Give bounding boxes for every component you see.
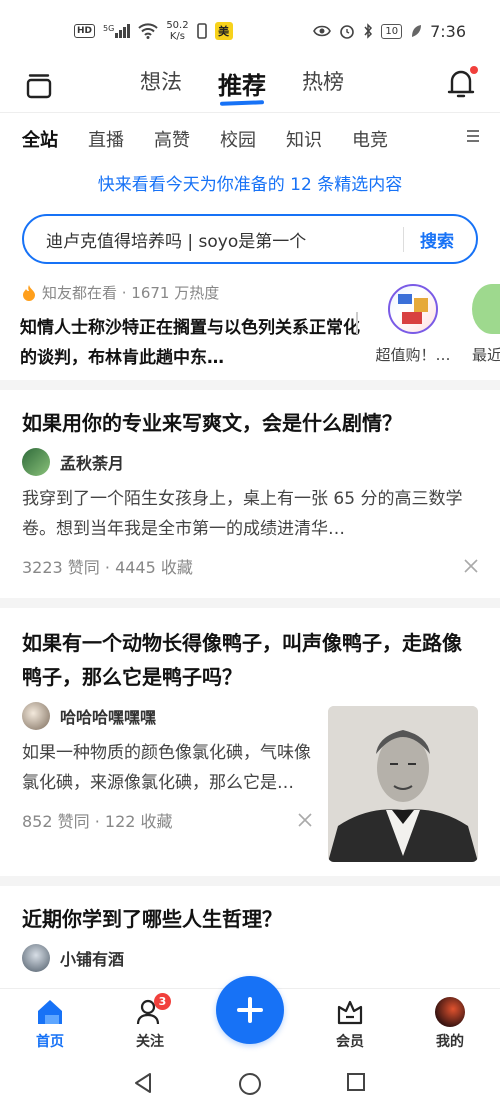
search-input[interactable]: 迪卢克值得培养吗 | soyo是第一个 [46, 227, 306, 252]
flame-icon [23, 284, 35, 301]
question-title[interactable]: 如果有一个动物长得像鸭子，叫声像鸭子，走路像鸭子，那么它是鸭子吗？ [22, 626, 478, 694]
hot-meta: 知友都在看 · 1671 万热度 [42, 284, 220, 302]
hot-side-item[interactable]: 超值购！… [370, 284, 456, 365]
question-title[interactable]: 近期你学到了哪些人生哲理？ [22, 902, 478, 936]
author-name[interactable]: 小铺有酒 [60, 946, 124, 970]
battery-icon: 10 [381, 23, 403, 39]
answer-image[interactable] [328, 706, 478, 862]
wifi-icon [138, 23, 159, 39]
author-name[interactable]: 孟秋荼月 [60, 450, 124, 474]
hot-title[interactable]: 知情人士称沙特正在搁置与以色列关系正常化的谈判，布林肯此趟中东… [20, 313, 360, 373]
eye-icon [313, 25, 332, 37]
top-tabs: 想法 推荐 热榜 [140, 66, 344, 101]
notification-button[interactable] [446, 66, 478, 100]
nav-me-label: 我的 [436, 1034, 464, 1050]
notification-dot [470, 66, 478, 74]
follow-icon: 3 [135, 993, 171, 1027]
meituan-icon: 美 [214, 22, 233, 40]
answer-excerpt[interactable]: 如果一种物质的颜色像氯化碘，气味像氯化碘，来源像氯化碘，那么它是… [22, 738, 312, 798]
search-box[interactable]: 迪卢克值得培养吗 | soyo是第一个 搜索 [22, 214, 478, 264]
tab-recommend[interactable]: 推荐 [218, 66, 266, 101]
feed-card[interactable]: 如果用你的专业来写爽文，会是什么剧情？ 孟秋荼月 我穿到了一个陌生女孩身上，桌上… [22, 406, 478, 578]
nav-me[interactable]: 我的 [420, 997, 480, 1051]
home-circle-icon[interactable] [238, 1072, 262, 1096]
bluetooth-icon [364, 23, 373, 39]
divider [0, 876, 500, 886]
close-icon[interactable] [464, 559, 478, 573]
avatar[interactable] [22, 448, 50, 476]
home-icon [35, 997, 65, 1027]
nav-follow-label: 关注 [136, 1034, 164, 1050]
tab-ideas[interactable]: 想法 [140, 66, 182, 101]
leaf-icon [412, 25, 422, 37]
hot-side-item-2[interactable]: 最近 [472, 284, 500, 365]
signal-icon: 5G [103, 24, 131, 38]
plus-icon [237, 997, 263, 1023]
divider [356, 312, 358, 334]
nav-vip[interactable]: 会员 [320, 997, 380, 1051]
close-icon[interactable] [298, 813, 312, 827]
status-bar: HD 5G 50.2 K/s 美 10 7:36 [0, 0, 500, 62]
top-nav: 想法 推荐 热榜 [0, 62, 500, 112]
divider [0, 598, 500, 608]
nav-home-label: 首页 [36, 1034, 64, 1050]
alarm-icon [340, 25, 355, 39]
answer-excerpt[interactable]: 我穿到了一个陌生女孩身上，桌上有一张 65 分的高三数学卷。想到当年我是全市第一… [22, 484, 478, 544]
side-label: 最近 [472, 346, 500, 364]
author-name[interactable]: 哈哈哈嘿嘿嘿 [60, 704, 156, 728]
category-bar: 全站 直播 高赞 校园 知识 电竞 [0, 112, 500, 164]
net-speed: 50.2 K/s [166, 20, 189, 42]
system-nav-bar [0, 1054, 500, 1111]
promo-label: 超值购！… [375, 346, 451, 364]
nav-follow[interactable]: 3 关注 [120, 993, 180, 1051]
question-title[interactable]: 如果用你的专业来写爽文，会是什么剧情？ [22, 406, 478, 440]
tab-hot[interactable]: 热榜 [302, 66, 344, 101]
create-button[interactable] [216, 976, 284, 1044]
menu-icon[interactable] [24, 70, 54, 100]
stats-text: 852 赞同 · 122 收藏 [22, 812, 173, 831]
clock: 7:36 [430, 21, 466, 41]
hot-topic[interactable]: 知友都在看 · 1671 万热度 知情人士称沙特正在搁置与以色列关系正常化的谈判… [20, 282, 360, 373]
category-esports[interactable]: 电竞 [352, 126, 388, 152]
nav-vip-label: 会员 [336, 1034, 364, 1050]
search-button[interactable]: 搜索 [403, 226, 454, 252]
avatar[interactable] [22, 702, 50, 730]
card-stats: 852 赞同 · 122 收藏 [22, 808, 312, 832]
category-knowledge[interactable]: 知识 [286, 126, 322, 152]
recents-icon[interactable] [346, 1072, 366, 1092]
author[interactable]: 孟秋荼月 [22, 448, 478, 476]
more-categories-icon[interactable] [466, 129, 480, 143]
hd-icon: HD [74, 24, 96, 38]
stats-text: 3223 赞同 · 4445 收藏 [22, 558, 193, 577]
card-stats: 3223 赞同 · 4445 收藏 [22, 554, 478, 578]
portrait-engraving [328, 706, 478, 862]
user-avatar-icon [435, 997, 465, 1027]
divider [0, 380, 500, 390]
category-all[interactable]: 全站 [22, 126, 58, 152]
author[interactable]: 哈哈哈嘿嘿嘿 [22, 702, 312, 730]
author[interactable]: 小铺有酒 [22, 944, 478, 972]
promo-thumbnail [388, 284, 438, 334]
feed-card[interactable]: 近期你学到了哪些人生哲理？ 小铺有酒 [22, 902, 478, 972]
avatar[interactable] [22, 944, 50, 972]
category-live[interactable]: 直播 [88, 126, 124, 152]
side-thumbnail [472, 284, 500, 334]
follow-badge: 3 [154, 993, 171, 1010]
back-icon[interactable] [132, 1072, 154, 1094]
nav-home[interactable]: 首页 [20, 997, 80, 1051]
phone-icon [196, 23, 207, 39]
vip-icon [335, 997, 365, 1027]
daily-banner[interactable]: 快来看看今天为你准备的 12 条精选内容 [0, 170, 500, 195]
category-top-voted[interactable]: 高赞 [154, 126, 190, 152]
category-campus[interactable]: 校园 [220, 126, 256, 152]
